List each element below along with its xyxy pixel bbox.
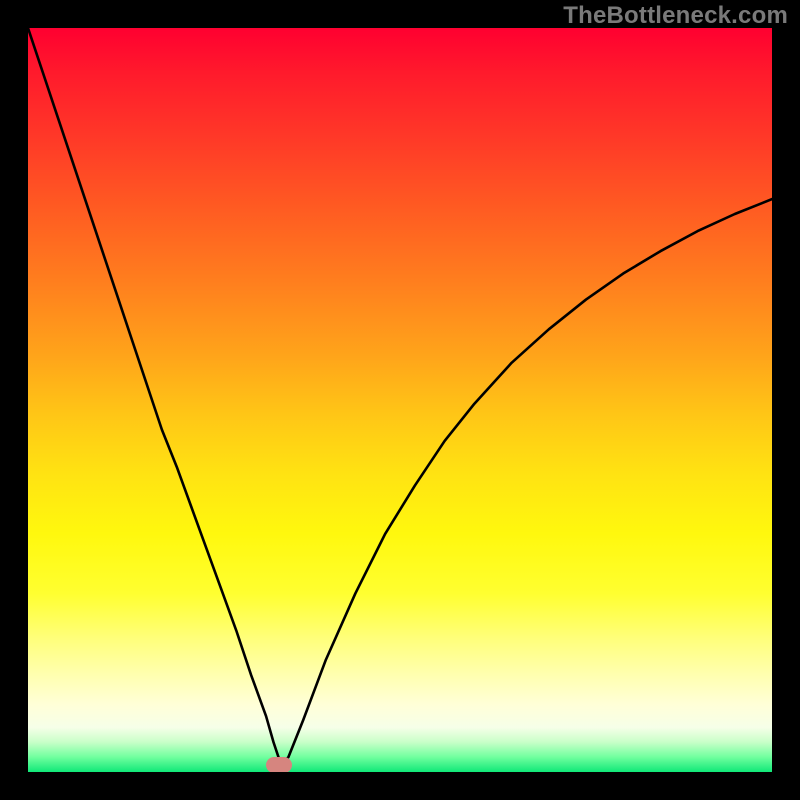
plot-area xyxy=(28,28,772,772)
chart-frame: TheBottleneck.com xyxy=(0,0,800,800)
watermark-text: TheBottleneck.com xyxy=(563,2,788,30)
curve-svg xyxy=(28,28,772,772)
minimum-marker xyxy=(266,757,292,772)
bottleneck-curve xyxy=(28,28,772,765)
